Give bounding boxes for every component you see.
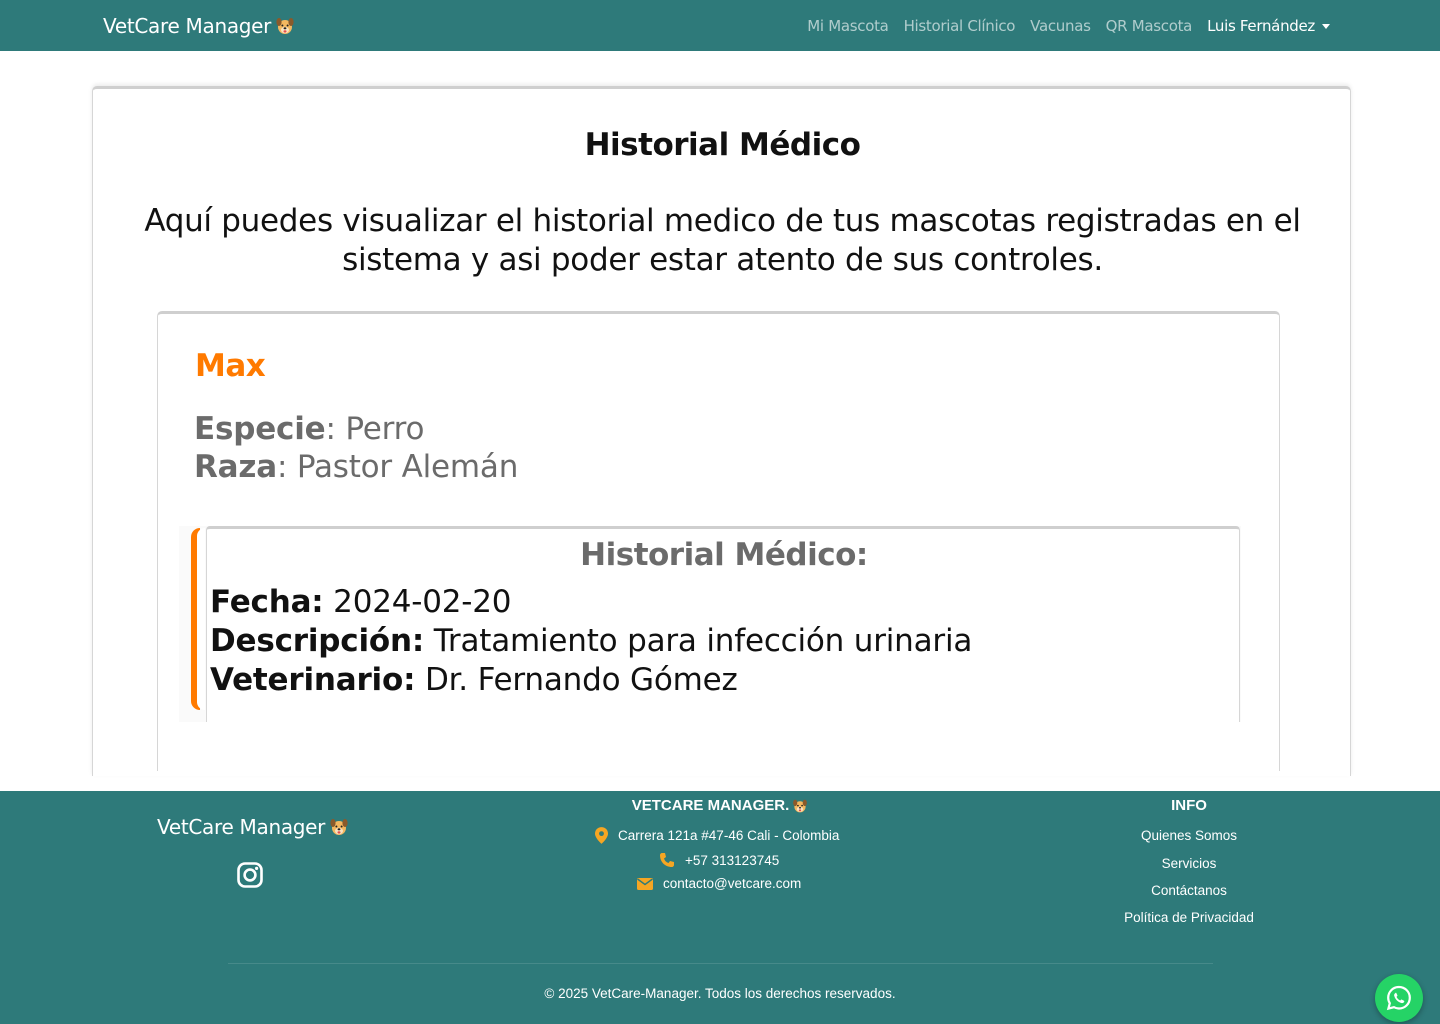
nav-link-qr-mascota[interactable]: QR Mascota: [1106, 17, 1193, 35]
descripcion-label: Descripción:: [210, 623, 425, 659]
whatsapp-icon: [1386, 985, 1411, 1011]
brand-name: VetCare Manager: [103, 14, 272, 38]
nav-link-mi-mascota[interactable]: Mi Mascota: [807, 17, 889, 35]
medical-history-card: Historial Médico Aquí puedes visualizar …: [92, 86, 1351, 776]
fecha-label: Fecha:: [210, 584, 324, 620]
dog-face-icon: [330, 819, 348, 835]
user-dropdown[interactable]: Luis Fernández: [1207, 17, 1330, 35]
footer-link-quienes-somos[interactable]: Quienes Somos: [1089, 828, 1289, 843]
pet-raza: Raza: Pastor Alemán: [194, 449, 519, 485]
raza-label: Raza: [194, 449, 277, 485]
caret-down-icon: [1322, 23, 1330, 29]
footer-brand-name: VetCare Manager: [157, 815, 326, 839]
email-text: contacto@vetcare.com: [663, 876, 802, 891]
footer-link-privacidad[interactable]: Política de Privacidad: [1089, 910, 1289, 925]
nav-link-vacunas[interactable]: Vacunas: [1030, 17, 1091, 35]
page-title: Historial Médico: [584, 127, 861, 163]
address-text: Carrera 121a #47-46 Cali - Colombia: [618, 828, 840, 843]
footer-phone: +57 313123745: [659, 852, 779, 868]
page-description: Aquí puedes visualizar el historial medi…: [144, 203, 1301, 278]
veterinario-label: Veterinario:: [210, 662, 416, 698]
footer-address: Carrera 121a #47-46 Cali - Colombia: [595, 827, 839, 844]
phone-icon: [660, 853, 674, 867]
map-pin-icon: [595, 827, 608, 844]
fecha-value: 2024-02-20: [333, 584, 512, 620]
history-entry-card: Historial Médico: Fecha: 2024-02-20 Desc…: [179, 526, 1241, 722]
especie-label: Especie: [194, 411, 326, 447]
dog-face-icon: [276, 18, 294, 34]
instagram-icon[interactable]: [236, 861, 264, 889]
dog-face-icon: [793, 799, 808, 812]
footer-link-contactanos[interactable]: Contáctanos: [1089, 883, 1289, 898]
navbar: VetCare Manager Mi Mascota Historial Clí…: [0, 0, 1440, 51]
veterinario-value: Dr. Fernando Gómez: [424, 662, 738, 698]
history-entry: Historial Médico: Fecha: 2024-02-20 Desc…: [206, 526, 1240, 722]
especie-value: Perro: [345, 411, 425, 447]
envelope-icon: [637, 877, 653, 890]
history-accent-inner: [197, 528, 205, 710]
nav-links: Mi Mascota Historial Clínico Vacunas QR …: [792, 17, 1330, 35]
history-fecha: Fecha: 2024-02-20: [210, 584, 512, 620]
whatsapp-button[interactable]: [1375, 974, 1423, 1022]
descripcion-value: Tratamiento para infección urinaria: [433, 623, 973, 659]
phone-text: +57 313123745: [685, 852, 780, 868]
pet-especie: Especie: Perro: [194, 411, 425, 447]
footer-email: contacto@vetcare.com: [637, 876, 801, 891]
history-title: Historial Médico:: [580, 537, 868, 573]
copyright-text: © 2025 VetCare-Manager. Todos los derech…: [544, 986, 896, 1001]
footer-divider: [228, 963, 1213, 964]
footer-center-title-text: VETCARE MANAGER.: [631, 797, 790, 814]
brand-link[interactable]: VetCare Manager: [103, 14, 295, 38]
footer-info-title: INFO: [1171, 797, 1207, 814]
footer-link-servicios[interactable]: Servicios: [1089, 856, 1289, 871]
user-name: Luis Fernández: [1207, 17, 1315, 35]
footer-brand: VetCare Manager: [157, 815, 349, 839]
pet-card: Max Especie: Perro Raza: Pastor Alemán H…: [157, 311, 1280, 771]
nav-link-historial-clinico[interactable]: Historial Clínico: [904, 17, 1016, 35]
history-descripcion: Descripción: Tratamiento para infección …: [210, 623, 972, 659]
history-veterinario: Veterinario: Dr. Fernando Gómez: [210, 662, 738, 698]
footer-center-title: VETCARE MANAGER.: [520, 797, 920, 814]
footer: VetCare Manager VETCARE MANAGER. Carrera…: [0, 791, 1440, 1024]
raza-value: Pastor Alemán: [296, 449, 519, 485]
pet-name: Max: [195, 348, 266, 384]
